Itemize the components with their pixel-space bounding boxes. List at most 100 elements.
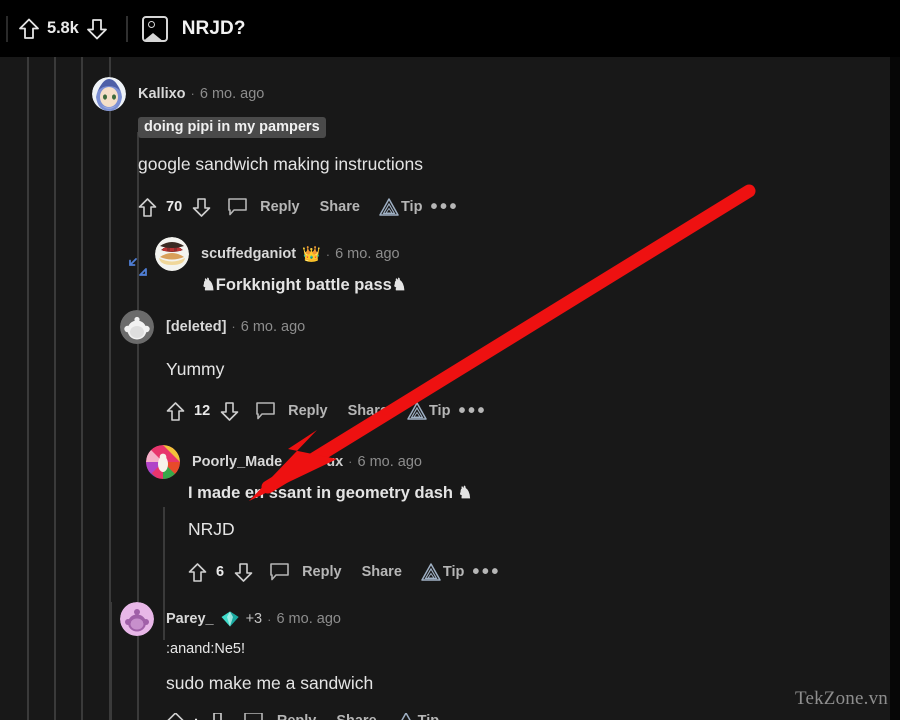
meta-separator: · — [325, 246, 331, 262]
thread-rail[interactable] — [110, 602, 112, 720]
comment-body: sudo make me a sandwich — [166, 673, 374, 693]
thread-rail[interactable] — [27, 57, 29, 720]
comment-downvote-button[interactable] — [188, 194, 214, 220]
avatar-poorly-made[interactable] — [146, 445, 180, 479]
comment-username[interactable]: Poorly_Made — [192, 454, 282, 470]
comment-action-bar: 12 Reply Share Tip ••• — [162, 397, 495, 425]
reply-button[interactable]: Reply — [277, 713, 317, 720]
meta-separator: · — [348, 454, 353, 469]
tip-label: Tip — [400, 199, 423, 215]
comment-header: Kallixo · 6 mo. ago — [92, 77, 467, 111]
tip-triangle-icon — [379, 198, 399, 216]
comment-header: Poorly_Made ux · 6 mo. ago — [146, 445, 509, 479]
reply-button[interactable]: Reply — [302, 564, 342, 580]
reply-icon-button[interactable] — [224, 194, 250, 220]
comment-upvote-button[interactable] — [134, 194, 160, 220]
more-options-icon[interactable]: ••• — [450, 401, 495, 421]
comment-body: Yummy — [166, 359, 225, 379]
reply-button[interactable]: Reply — [288, 403, 328, 419]
share-button[interactable]: Share — [348, 403, 388, 419]
comment-username[interactable]: Kallixo — [138, 86, 186, 102]
arrow-down-icon — [213, 713, 223, 720]
post-vote-count: 5.8k — [47, 19, 79, 37]
comment-bubble-icon — [227, 198, 247, 216]
arrow-down-icon — [86, 18, 107, 39]
comment-header: Parey_ +3 · 6 mo. ago — [120, 602, 439, 636]
gem-award-icon — [221, 611, 239, 627]
avatar-kallixo[interactable] — [92, 77, 126, 111]
comment-bubble-icon — [255, 402, 275, 420]
comment-downvote-button[interactable] — [230, 559, 256, 585]
thread-rail[interactable] — [54, 57, 56, 720]
comment-body: google sandwich making instructions — [138, 154, 424, 174]
arrow-down-icon — [234, 562, 252, 582]
comment-scuffedganiot: scuffedganiot 👑 · 6 mo. ago ♞Forkknight … — [155, 237, 407, 295]
expand-collapse-icon[interactable] — [126, 255, 150, 284]
meta-separator: · — [190, 86, 195, 101]
reply-button[interactable]: Reply — [260, 199, 300, 215]
header-separator — [125, 15, 128, 42]
comment-upvote-button[interactable] — [162, 713, 188, 720]
left-edge-divider — [6, 15, 8, 42]
post-downvote-button[interactable] — [82, 13, 112, 45]
comment-timestamp: 6 mo. ago — [276, 611, 341, 627]
comment-action-bar: 70 Reply Share Tip ••• — [134, 193, 467, 221]
more-options-icon[interactable]: ••• — [464, 562, 509, 582]
user-flair: doing pipi in my pampers — [138, 117, 326, 138]
post-header-bar: 5.8k NRJD? — [0, 0, 900, 57]
arrow-down-icon — [192, 197, 210, 217]
more-options-icon[interactable]: ••• — [422, 197, 467, 217]
comment-action-bar: 6 Reply Share Tip ••• — [184, 558, 509, 586]
comment-deleted: [deleted] · 6 mo. ago Yummy 12 Reply Sha… — [120, 310, 495, 425]
comment-downvote-button[interactable] — [216, 398, 242, 424]
comment-timestamp: 6 mo. ago — [240, 319, 306, 335]
tip-button[interactable]: Tip — [378, 197, 422, 217]
award-count: +3 — [245, 611, 263, 627]
comment-bubble-icon — [244, 713, 264, 720]
page-title: NRJD? — [181, 17, 246, 39]
tip-button[interactable]: Tip — [420, 562, 464, 582]
comment-upvote-button[interactable] — [162, 398, 188, 424]
reply-icon-button[interactable] — [241, 713, 267, 720]
share-button[interactable]: Share — [336, 713, 376, 720]
reply-icon-button[interactable] — [266, 559, 292, 585]
comment-body: I made en ssant in geometry dash ♞ — [188, 484, 473, 502]
comment-action-bar: · Reply Share Tip — [162, 713, 439, 720]
tip-button[interactable]: Tip — [395, 713, 439, 720]
avatar-scuffedganiot[interactable] — [155, 237, 189, 271]
comment-upvote-button[interactable] — [184, 559, 210, 585]
tip-triangle-icon — [407, 402, 427, 420]
post-upvote-button[interactable] — [14, 13, 44, 45]
reply-icon-button[interactable] — [252, 398, 278, 424]
comment-username[interactable]: Parey_ — [166, 611, 214, 627]
comment-username[interactable]: [deleted] — [166, 319, 226, 335]
comment-username[interactable]: scuffedganiot — [201, 246, 296, 262]
comment-header: scuffedganiot 👑 · 6 mo. ago — [155, 237, 407, 271]
watermark: TekZone.vn — [794, 688, 888, 709]
comment-score: 6 — [216, 564, 225, 580]
arrow-up-icon — [19, 18, 39, 39]
comment-timestamp: 6 mo. ago — [335, 246, 400, 262]
comment-kallixo: Kallixo · 6 mo. ago doing pipi in my pam… — [92, 77, 467, 221]
comment-downvote-button[interactable] — [205, 713, 231, 720]
comment-username-suffix[interactable]: ux — [326, 454, 343, 470]
meta-separator: · — [231, 319, 236, 334]
share-button[interactable]: Share — [320, 199, 360, 215]
comments-container: Kallixo · 6 mo. ago doing pipi in my pam… — [0, 57, 890, 720]
share-button[interactable]: Share — [362, 564, 402, 580]
tip-label: Tip — [442, 564, 465, 580]
tip-triangle-icon — [400, 713, 411, 720]
comment-score: 12 — [194, 403, 211, 419]
arrow-up-icon — [188, 562, 206, 582]
comment-score: 70 — [166, 199, 183, 215]
tip-button[interactable]: Tip — [406, 401, 450, 421]
avatar-deleted-snoo[interactable] — [120, 310, 154, 344]
avatar-parey[interactable] — [120, 602, 154, 636]
tip-label: Tip — [418, 713, 439, 720]
thread-rail[interactable] — [81, 57, 83, 720]
comment-poorly-made: Poorly_Made ux · 6 mo. ago I made en ssa… — [146, 445, 509, 586]
comment-header: [deleted] · 6 mo. ago — [120, 310, 495, 344]
right-edge-strip — [890, 57, 900, 720]
user-flair: :anand:Ne5! — [166, 641, 246, 657]
comment-parey: Parey_ +3 · 6 mo. ago :anand:Ne5! sudo m… — [120, 602, 439, 720]
